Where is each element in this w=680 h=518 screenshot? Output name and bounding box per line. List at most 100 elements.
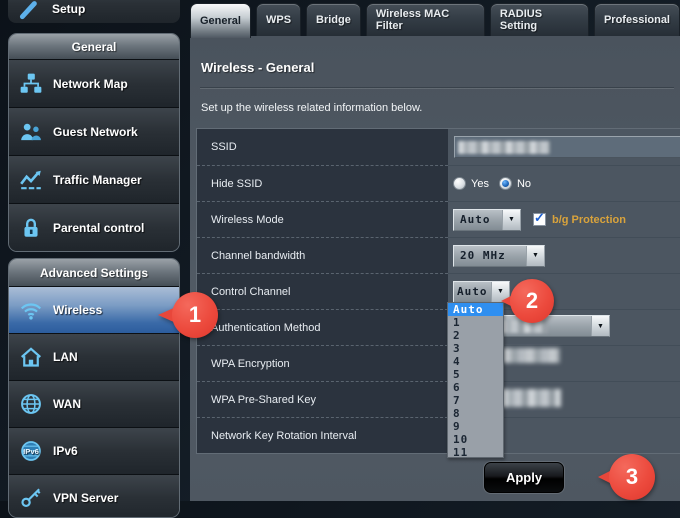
table-row-control-channel: Control Channel Auto ▼: [197, 273, 680, 309]
callout-1: 1: [158, 292, 218, 338]
channel-bandwidth-select[interactable]: 20 MHz ▼: [453, 245, 545, 267]
authentication-method-label: Authentication Method: [197, 309, 448, 345]
apply-button[interactable]: Apply: [484, 462, 564, 493]
hide-ssid-yes-radio[interactable]: [453, 177, 466, 190]
wireless-mode-value: Auto: [454, 210, 502, 230]
hide-ssid-label: Hide SSID: [197, 165, 448, 201]
ipv6-icon: IPv6: [9, 439, 53, 463]
sidebar-item-setup[interactable]: Setup: [8, 0, 180, 23]
divider: [200, 87, 674, 89]
hide-ssid-no-radio[interactable]: [499, 177, 512, 190]
sidebar-group-advanced-settings: Advanced Settings Wireless LAN: [8, 258, 180, 518]
lan-icon: [9, 345, 53, 369]
wpa-encryption-label: WPA Encryption: [197, 345, 448, 381]
sidebar-item-traffic-manager[interactable]: Traffic Manager: [9, 155, 179, 203]
bg-protection-label: b/g Protection: [552, 214, 626, 226]
tab-wireless-mac-filter[interactable]: Wireless MAC Filter: [366, 3, 485, 36]
table-row-network-key-rotation-interval: Network Key Rotation Interval: [197, 417, 680, 453]
channel-option-9[interactable]: 9: [448, 420, 503, 433]
wan-icon: [9, 392, 53, 416]
callout-number: 2: [510, 279, 554, 323]
table-row-hide-ssid: Hide SSID Yes No: [197, 165, 680, 201]
tab-bar: General WPS Bridge Wireless MAC Filter R…: [190, 3, 680, 36]
wpa-pre-shared-key-label: WPA Pre-Shared Key: [197, 381, 448, 417]
callout-number: 1: [172, 292, 218, 338]
channel-option-auto[interactable]: Auto: [448, 303, 503, 316]
sidebar-item-label: VPN Server: [53, 491, 118, 505]
channel-bandwidth-value: 20 MHz: [454, 246, 526, 266]
sidebar-item-label: Network Map: [53, 77, 128, 91]
tab-bridge[interactable]: Bridge: [306, 3, 361, 36]
control-channel-value: Auto: [454, 282, 491, 302]
wireless-settings-table: SSID Hide SSID Yes No Wireles: [196, 128, 680, 454]
sidebar-item-label: Guest Network: [53, 125, 138, 139]
wireless-mode-label: Wireless Mode: [197, 201, 448, 237]
page-subtitle: Set up the wireless related information …: [201, 102, 422, 114]
sidebar-item-guest-network[interactable]: Guest Network: [9, 107, 179, 155]
network-key-rotation-interval-label: Network Key Rotation Interval: [197, 417, 448, 453]
control-channel-dropdown-list: Auto 1 2 3 4 5 6 7 8 9 10 11: [447, 302, 504, 458]
page-title: Wireless - General: [201, 60, 314, 75]
sidebar-item-label: Parental control: [53, 221, 144, 235]
tab-general[interactable]: General: [190, 3, 251, 38]
channel-option-2[interactable]: 2: [448, 329, 503, 342]
sidebar-item-label: WAN: [53, 397, 81, 411]
callout-number: 3: [609, 454, 655, 500]
callout-2: 2: [501, 279, 554, 323]
sidebar-item-label: IPv6: [53, 444, 78, 458]
main-content: General WPS Bridge Wireless MAC Filter R…: [190, 0, 680, 501]
tab-radius-setting[interactable]: RADIUS Setting: [490, 3, 589, 36]
settings-panel: Wireless - General Set up the wireless r…: [190, 36, 680, 501]
sidebar-group-title: Advanced Settings: [9, 259, 179, 286]
channel-option-3[interactable]: 3: [448, 342, 503, 355]
tab-wps[interactable]: WPS: [256, 3, 301, 36]
ssid-label: SSID: [197, 129, 448, 165]
ssid-redacted-value: [458, 141, 550, 154]
sidebar-item-label: LAN: [53, 350, 78, 364]
ssid-input[interactable]: [454, 136, 680, 158]
sidebar-item-parental-control[interactable]: Parental control: [9, 203, 179, 251]
sidebar-item-label: Traffic Manager: [53, 173, 142, 187]
svg-text:IPv6: IPv6: [23, 447, 39, 456]
chevron-down-icon[interactable]: ▼: [591, 316, 609, 336]
control-channel-label: Control Channel: [197, 273, 448, 309]
channel-option-4[interactable]: 4: [448, 355, 503, 368]
bg-protection-checkbox[interactable]: [533, 213, 546, 226]
channel-option-10[interactable]: 10: [448, 433, 503, 446]
channel-option-1[interactable]: 1: [448, 316, 503, 329]
sidebar-group-title: General: [9, 34, 179, 59]
table-row-wpa-encryption: WPA Encryption: [197, 345, 680, 381]
wpa-pre-shared-key-redacted-value: [501, 389, 561, 407]
wireless-mode-select[interactable]: Auto ▼: [453, 209, 521, 231]
wpa-encryption-redacted-value: [503, 348, 560, 363]
hide-ssid-no-label[interactable]: No: [517, 178, 531, 190]
sidebar-item-ipv6[interactable]: IPv6 IPv6: [9, 427, 179, 474]
chevron-down-icon[interactable]: ▼: [502, 210, 520, 230]
wireless-icon: [9, 298, 53, 322]
channel-option-8[interactable]: 8: [448, 407, 503, 420]
parental-control-icon: [9, 216, 53, 240]
tab-professional[interactable]: Professional: [594, 3, 680, 36]
channel-bandwidth-label: Channel bandwidth: [197, 237, 448, 273]
vpn-server-icon: [9, 486, 53, 510]
hide-ssid-yes-label[interactable]: Yes: [471, 178, 489, 190]
guest-network-icon: [9, 120, 53, 144]
sidebar-item-wireless[interactable]: Wireless: [9, 286, 179, 333]
channel-option-11[interactable]: 11: [448, 446, 503, 459]
channel-option-5[interactable]: 5: [448, 368, 503, 381]
table-row-channel-bandwidth: Channel bandwidth 20 MHz ▼: [197, 237, 680, 273]
sidebar-item-network-map[interactable]: Network Map: [9, 59, 179, 107]
table-row-wpa-pre-shared-key: WPA Pre-Shared Key: [197, 381, 680, 417]
sidebar-item-lan[interactable]: LAN: [9, 333, 179, 380]
chevron-down-icon[interactable]: ▼: [526, 246, 544, 266]
channel-option-7[interactable]: 7: [448, 394, 503, 407]
sidebar-item-label: Wireless: [53, 303, 102, 317]
sidebar-item-vpn-server[interactable]: VPN Server: [9, 474, 179, 518]
sidebar-item-wan[interactable]: WAN: [9, 380, 179, 427]
sidebar-group-general: General Network Map Guest Network: [8, 33, 180, 252]
traffic-manager-icon: [9, 168, 53, 192]
sidebar-item-label: Setup: [52, 2, 85, 16]
network-map-icon: [9, 72, 53, 96]
setup-icon: [8, 0, 52, 21]
channel-option-6[interactable]: 6: [448, 381, 503, 394]
